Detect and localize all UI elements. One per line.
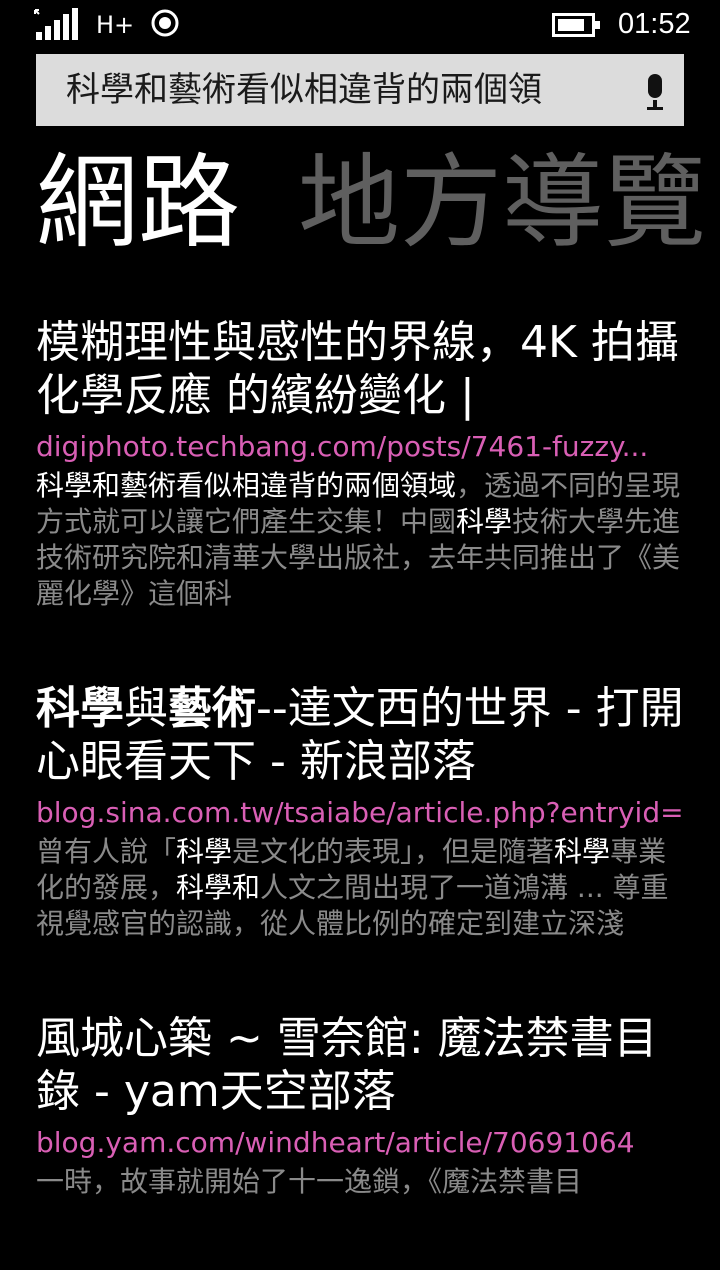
pivot-local[interactable]: 地方導覽 <box>298 144 706 263</box>
result-title[interactable]: 風城心築 ~ 雪奈館: 魔法禁書目錄 - yam天空部落 <box>36 1012 686 1118</box>
result-item[interactable]: 風城心築 ~ 雪奈館: 魔法禁書目錄 - yam天空部落 blog.yam.co… <box>36 1012 686 1200</box>
snippet-segment: 曾有人說「 <box>36 835 177 868</box>
signal-strength-icon <box>34 8 78 40</box>
result-item[interactable]: 模糊理性與感性的界線，4K 拍攝 化學反應 的繽紛變化 | digiphoto.… <box>36 316 686 612</box>
search-input[interactable]: 科學和藝術看似相違背的兩個領 <box>66 68 626 112</box>
pivot-web[interactable]: 網路 <box>36 144 240 263</box>
result-url[interactable]: blog.sina.com.tw/tsaiabe/article.php?ent… <box>36 794 686 832</box>
status-bar: H+ 01:52 <box>0 0 720 50</box>
network-type: H+ <box>96 11 135 39</box>
title-segment: 藝術 <box>168 683 256 734</box>
location-icon <box>151 9 179 37</box>
battery-icon <box>552 13 600 37</box>
result-item[interactable]: 科學與藝術--達文西的世界 - 打開心眼看天下 - 新浪部落 blog.sina… <box>36 682 686 942</box>
result-snippet-partial: 一時，故事就開始了十一逸鎖，《魔法禁書目 <box>36 1165 583 1198</box>
result-snippet: 科學和藝術看似相違背的兩個領域，透過不同的呈現方式就可以讓它們產生交集！中國科學… <box>36 468 686 612</box>
search-results: 模糊理性與感性的界線，4K 拍攝 化學反應 的繽紛變化 | digiphoto.… <box>36 316 686 1270</box>
snippet-segment: 是文化的表現」，但是隨著 <box>232 835 555 868</box>
microphone-icon[interactable] <box>644 74 666 110</box>
pivot-header: 網路 地方導覽 <box>36 146 706 262</box>
result-title[interactable]: 科學與藝術--達文西的世界 - 打開心眼看天下 - 新浪部落 <box>36 682 686 788</box>
result-title[interactable]: 模糊理性與感性的界線，4K 拍攝 化學反應 的繽紛變化 | <box>36 316 686 422</box>
snippet-segment: 科學 <box>554 835 611 868</box>
search-box[interactable]: 科學和藝術看似相違背的兩個領 <box>36 54 684 126</box>
result-url[interactable]: blog.yam.com/windheart/article/70691064 <box>36 1124 686 1162</box>
title-segment: 科學 <box>36 683 124 734</box>
snippet-segment: 科學 <box>456 505 513 538</box>
result-url[interactable]: digiphoto.techbang.com/posts/7461-fuzzy.… <box>36 428 686 466</box>
snippet-segment: 科學 <box>176 835 233 868</box>
snippet-segment: 科學和 <box>176 871 261 904</box>
result-snippet: 曾有人說「科學是文化的表現」，但是隨著科學專業化的發展，科學和人文之間出現了一道… <box>36 834 686 942</box>
snippet-segment: 科學和藝術看似相違背的兩個領域 <box>36 469 457 502</box>
status-time: 01:52 <box>618 8 691 40</box>
title-segment: 與 <box>124 683 168 734</box>
